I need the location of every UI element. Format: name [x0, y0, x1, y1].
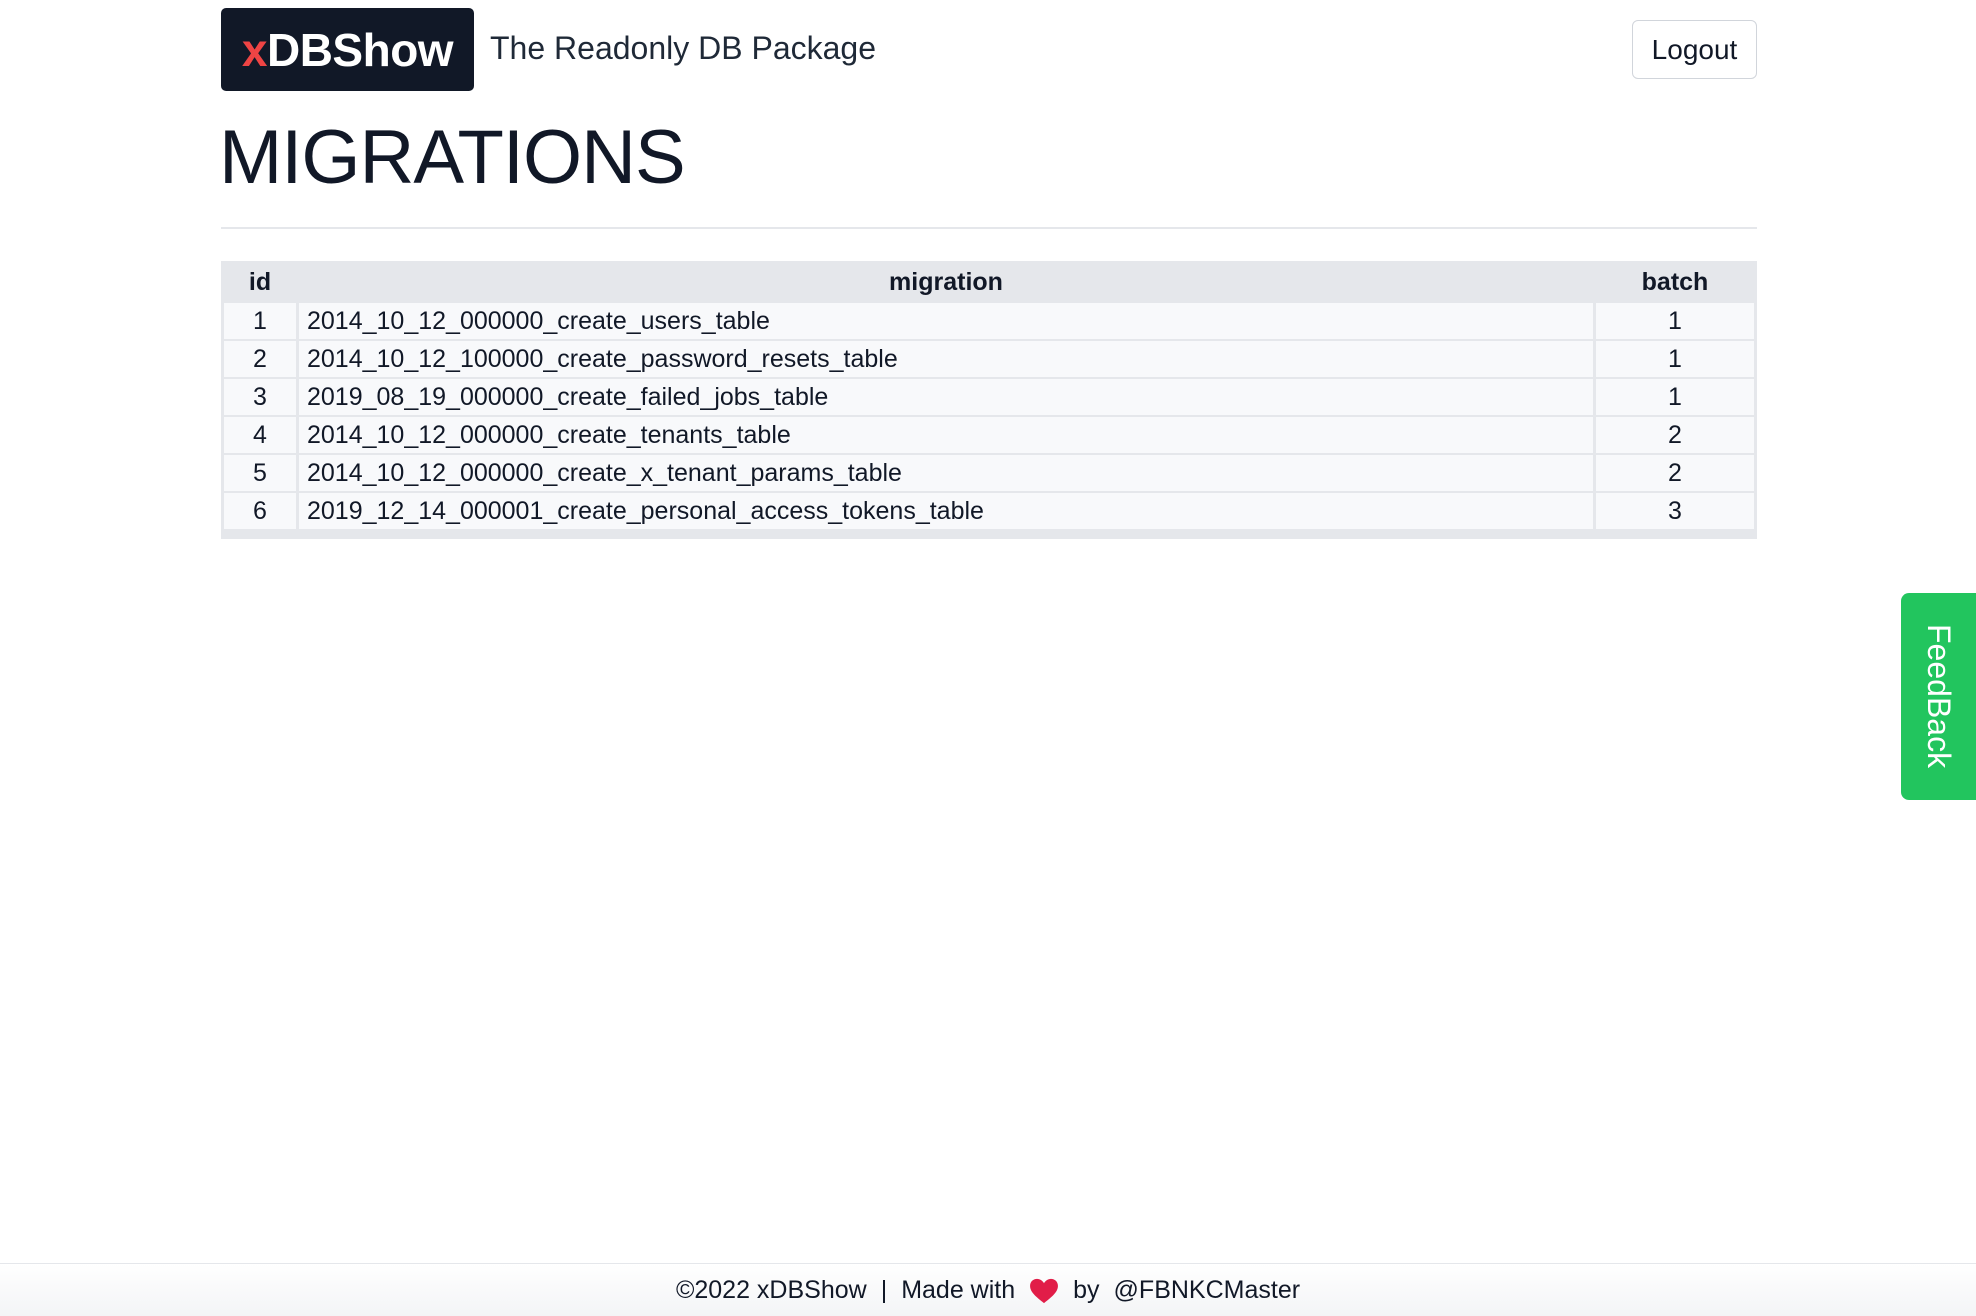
column-header-migration: migration — [299, 263, 1593, 301]
column-header-batch: batch — [1596, 263, 1754, 301]
cell-migration: 2019_12_14_000001_create_personal_access… — [299, 493, 1593, 529]
cell-migration: 2014_10_12_100000_create_password_resets… — [299, 341, 1593, 377]
cell-id: 3 — [224, 379, 296, 415]
cell-id: 5 — [224, 455, 296, 491]
cell-migration: 2019_08_19_000000_create_failed_jobs_tab… — [299, 379, 1593, 415]
cell-batch: 3 — [1596, 493, 1754, 529]
logo[interactable]: x DBShow — [221, 8, 474, 91]
table-row: 4 2014_10_12_000000_create_tenants_table… — [224, 417, 1754, 453]
cell-batch: 2 — [1596, 417, 1754, 453]
cell-migration: 2014_10_12_000000_create_users_table — [299, 303, 1593, 339]
logo-main: DBShow — [266, 23, 454, 76]
footer-made-with: Made with — [901, 1276, 1016, 1304]
cell-id: 6 — [224, 493, 296, 529]
table-row: 3 2019_08_19_000000_create_failed_jobs_t… — [224, 379, 1754, 415]
footer-separator: | — [880, 1276, 888, 1304]
table-header-row: id migration batch — [224, 263, 1754, 301]
page-title: MIGRATIONS — [219, 115, 686, 200]
migrations-table: id migration batch 1 2014_10_12_000000_c… — [221, 261, 1757, 531]
table-row: 5 2014_10_12_000000_create_x_tenant_para… — [224, 455, 1754, 491]
author-link[interactable]: @FBNKCMaster — [1114, 1276, 1301, 1305]
cell-batch: 1 — [1596, 379, 1754, 415]
logo-prefix: x — [241, 23, 268, 76]
table-row: 1 2014_10_12_000000_create_users_table 1 — [224, 303, 1754, 339]
feedback-tab[interactable]: FeedBack — [1901, 593, 1976, 800]
divider — [221, 227, 1757, 229]
cell-batch: 1 — [1596, 341, 1754, 377]
page: x DBShow The Readonly DB Package Logout M… — [0, 0, 1976, 1316]
table-row: 2 2014_10_12_100000_create_password_rese… — [224, 341, 1754, 377]
cell-migration: 2014_10_12_000000_create_tenants_table — [299, 417, 1593, 453]
heart-icon — [1029, 1278, 1059, 1304]
cell-batch: 2 — [1596, 455, 1754, 491]
logout-button[interactable]: Logout — [1632, 20, 1757, 79]
cell-id: 1 — [224, 303, 296, 339]
table-row: 6 2019_12_14_000001_create_personal_acce… — [224, 493, 1754, 529]
column-header-id: id — [224, 263, 296, 301]
footer: ©2022 xDBShow | Made with by @FBNKCMaste… — [0, 1263, 1976, 1316]
cell-id: 4 — [224, 417, 296, 453]
tagline: The Readonly DB Package — [490, 30, 876, 66]
cell-batch: 1 — [1596, 303, 1754, 339]
migrations-table-container: id migration batch 1 2014_10_12_000000_c… — [221, 261, 1757, 539]
footer-by: by — [1073, 1276, 1100, 1304]
feedback-label: FeedBack — [1921, 624, 1957, 769]
cell-id: 2 — [224, 341, 296, 377]
footer-copyright: ©2022 xDBShow — [675, 1276, 867, 1304]
cell-migration: 2014_10_12_000000_create_x_tenant_params… — [299, 455, 1593, 491]
